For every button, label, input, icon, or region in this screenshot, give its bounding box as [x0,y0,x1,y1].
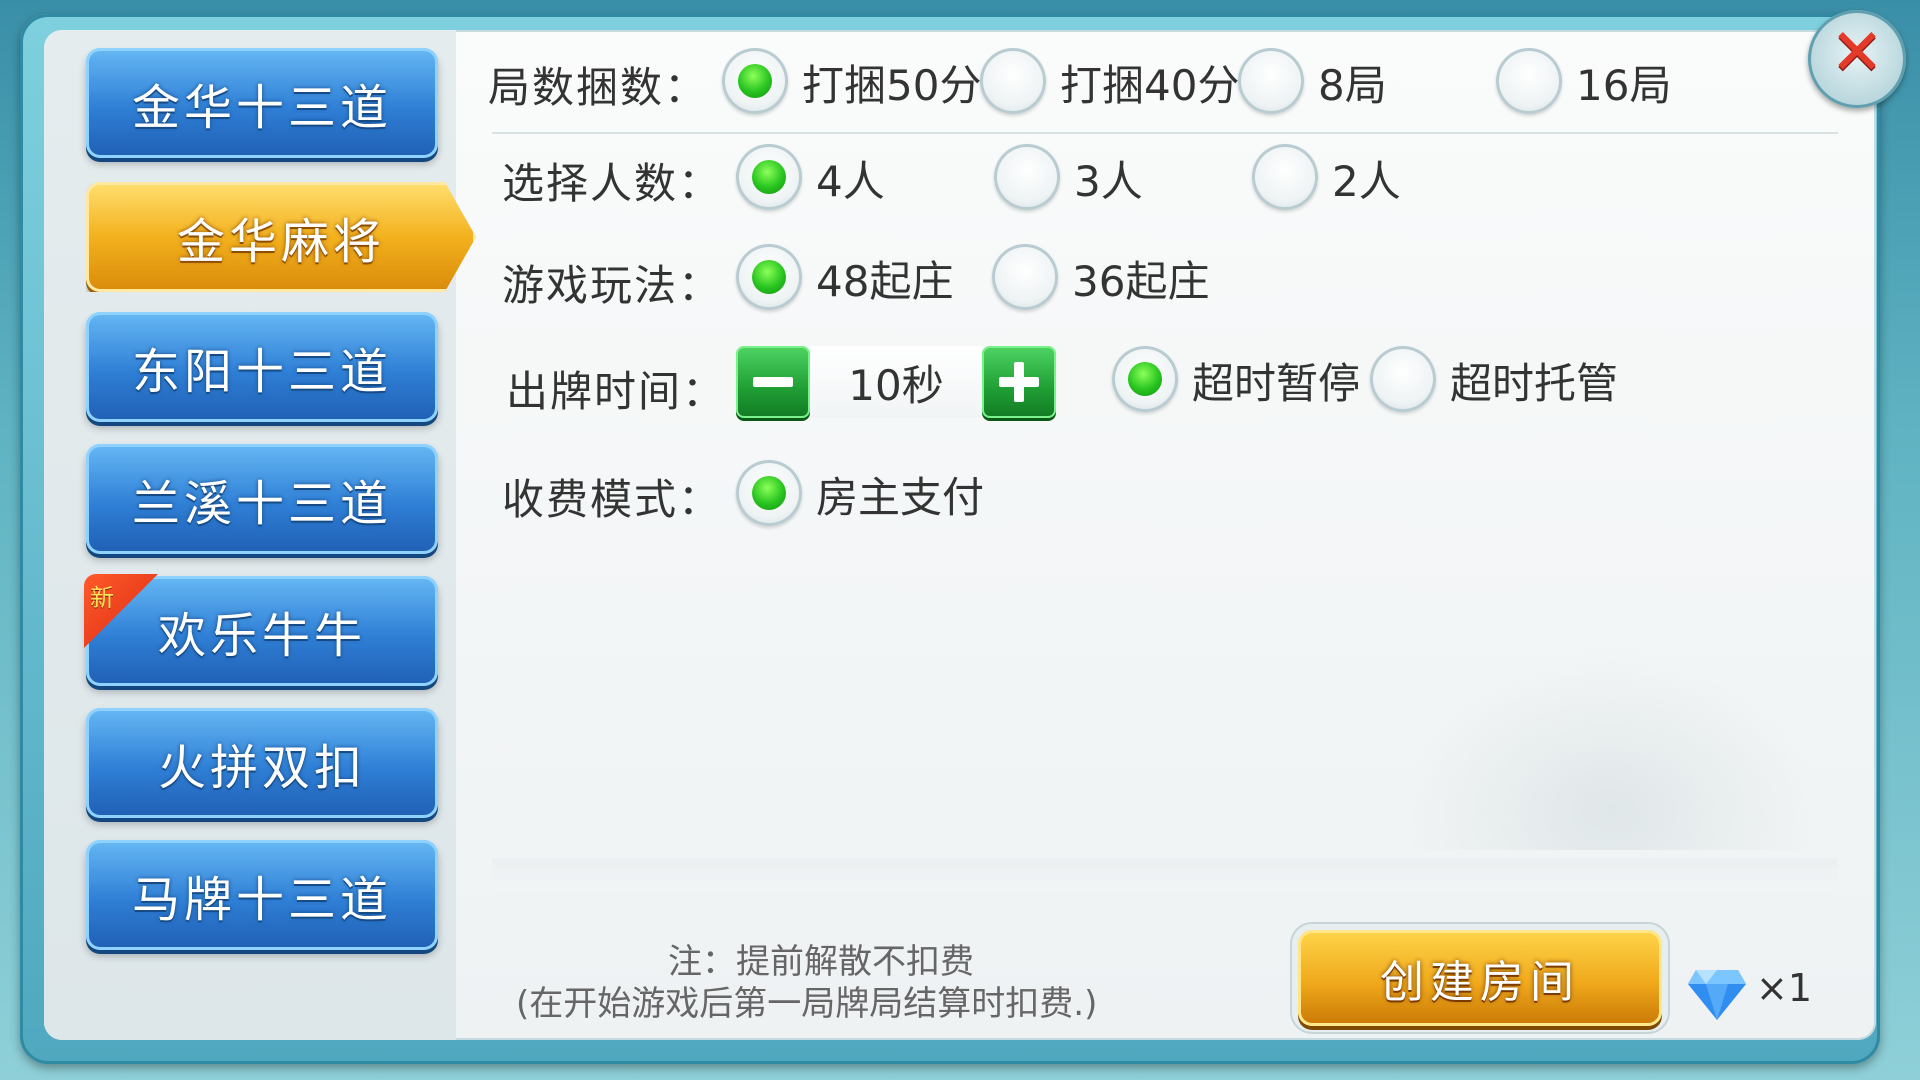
sidebar-item-lanxi-13[interactable]: 兰溪十三道 [86,444,438,554]
radio-rounds-40[interactable] [980,48,1046,114]
sidebar-item-label: 东阳十三道 [131,344,392,400]
create-room-button[interactable]: 创建房间 [1298,930,1662,1026]
divider [492,132,1838,134]
option-label: 3人 [1074,157,1143,206]
option-label: 打捆40分 [1060,61,1240,110]
decrease-button[interactable] [736,346,810,418]
radio-rounds-16[interactable] [1496,48,1562,114]
option-label: 4人 [816,157,885,206]
increase-button[interactable] [982,346,1056,418]
sidebar-item-huopin-shuangkou[interactable]: 火拼双扣 [86,708,438,818]
sidebar-item-jinhua-mahjong[interactable]: 金华麻将 [86,182,476,292]
option-label: 48起庄 [816,257,954,306]
radio-rounds-8[interactable] [1238,48,1304,114]
sidebar-item-huanle-niuniu[interactable]: 新 欢乐牛牛 [84,574,438,686]
sidebar-item-label: 兰溪十三道 [131,476,392,532]
option-label: 打捆50分 [802,61,982,110]
radio-timeout-pause[interactable] [1112,346,1178,412]
sidebar-item-label: 金华十三道 [131,80,392,136]
players-label: 选择人数： [502,159,723,208]
note-subtext: (在开始游戏后第一局牌局结算时扣费.) [516,984,1098,1024]
new-badge: 新 [84,574,158,648]
close-button[interactable]: ✕ [1808,10,1906,108]
gameplay-label: 游戏玩法： [502,261,723,310]
rounds-label: 局数捆数： [488,63,709,112]
radio-players-4[interactable] [736,144,802,210]
diamond-icon [1688,970,1746,1020]
radio-players-2[interactable] [1252,144,1318,210]
sidebar-item-dongyang-13[interactable]: 东阳十三道 [86,312,438,422]
play-time-label: 出牌时间： [506,367,727,416]
sidebar-item-label: 马牌十三道 [131,872,392,928]
background-decoration [1400,650,1820,850]
divider [492,858,1838,890]
option-label: 16局 [1576,61,1672,110]
radio-gameplay-36[interactable] [992,244,1058,310]
option-label: 超时托管 [1450,359,1619,408]
option-label: 房主支付 [816,473,985,522]
option-label: 2人 [1332,157,1401,206]
diamond-count: ×1 [1756,966,1813,1010]
option-label: 36起庄 [1072,257,1210,306]
fee-mode-label: 收费模式： [502,475,723,524]
sidebar-item-label: 金华麻将 [176,214,385,270]
radio-players-3[interactable] [994,144,1060,210]
sidebar-item-label: 火拼双扣 [157,740,366,796]
sidebar-item-mapai-13[interactable]: 马牌十三道 [86,840,438,950]
radio-gameplay-48[interactable] [736,244,802,310]
close-icon: ✕ [1830,16,1884,90]
option-label: 8局 [1318,61,1387,110]
minus-icon [753,377,793,387]
radio-timeout-auto[interactable] [1370,346,1436,412]
option-label: 超时暂停 [1192,359,1361,408]
radio-fee-owner[interactable] [736,460,802,526]
play-time-value: 10秒 [810,346,982,418]
sidebar-item-label: 欢乐牛牛 [157,608,366,664]
radio-rounds-50[interactable] [722,48,788,114]
sidebar-item-jinhua-13[interactable]: 金华十三道 [86,48,438,158]
create-room-label: 创建房间 [1380,957,1580,1008]
